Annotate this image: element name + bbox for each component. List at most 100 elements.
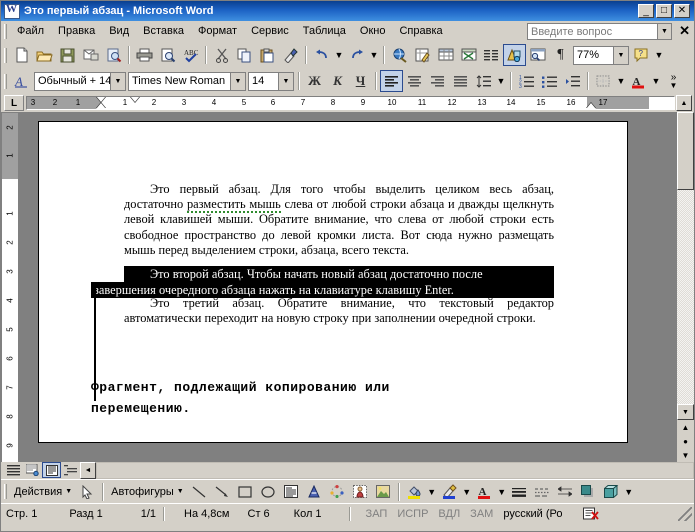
first-line-indent-marker[interactable] [96, 97, 106, 102]
paragraph-3[interactable]: Это третий абзац. Обратите внимание, что… [124, 296, 554, 326]
wordart-icon[interactable] [303, 481, 326, 503]
arrow-icon[interactable] [211, 481, 234, 503]
chevron-down-icon[interactable]: ▼ [613, 46, 628, 64]
text-box-icon[interactable] [280, 481, 303, 503]
3d-style-icon[interactable] [600, 481, 623, 503]
new-document-icon[interactable] [10, 44, 33, 66]
scroll-left-button[interactable]: ◄ [80, 462, 96, 479]
document-canvas[interactable]: Это первый абзац. Для того чтобы выделит… [18, 112, 677, 462]
web-layout-view-icon[interactable] [23, 462, 42, 478]
dash-style-icon[interactable] [531, 481, 554, 503]
columns-icon[interactable] [480, 44, 503, 66]
fill-color-icon[interactable] [403, 481, 426, 503]
menu-item-format[interactable]: Формат [191, 23, 244, 39]
menu-item-file[interactable]: Файл [10, 23, 51, 39]
hanging-indent-marker[interactable] [96, 103, 106, 109]
line-spacing-icon[interactable] [472, 70, 495, 92]
copy-icon[interactable] [233, 44, 256, 66]
line-icon[interactable] [188, 481, 211, 503]
horizontal-ruler[interactable]: 3 2 1 1 2 3 4 5 6 7 8 9 10 11 12 13 14 1… [26, 96, 675, 110]
print-icon[interactable] [133, 44, 156, 66]
underline-button[interactable]: Ч [349, 70, 372, 92]
chevron-down-icon[interactable]: ▼ [110, 72, 125, 90]
borders-icon[interactable] [592, 70, 615, 92]
chevron-down-icon[interactable]: ▼ [657, 24, 671, 39]
diagram-icon[interactable] [326, 481, 349, 503]
vertical-scrollbar[interactable]: ▼ ▲ ● ▼ [677, 112, 694, 462]
line-spacing-dropdown-icon[interactable]: ▼ [495, 70, 507, 92]
clipart-icon[interactable] [349, 481, 372, 503]
menu-item-insert[interactable]: Вставка [136, 23, 191, 39]
standard-toolbar-overflow-icon[interactable]: ▼ [653, 44, 665, 66]
font-color-dropdown-icon[interactable]: ▼ [650, 70, 662, 92]
redo-dropdown-icon[interactable]: ▼ [368, 44, 380, 66]
open-folder-icon[interactable] [33, 44, 56, 66]
right-indent-marker[interactable] [586, 103, 596, 109]
3d-style-dropdown-icon[interactable]: ▼ [623, 481, 635, 503]
increase-indent-icon[interactable] [561, 70, 584, 92]
menubar-close-button[interactable]: ✕ [679, 23, 690, 38]
formatting-toolbar-overflow-icon[interactable]: » ▼ [662, 70, 685, 92]
selected-paragraph-2[interactable]: Это второй абзац. Чтобы начать новый абз… [124, 266, 554, 282]
next-page-button[interactable]: ▼ [677, 448, 694, 462]
search-document-icon[interactable] [102, 44, 125, 66]
horizontal-scroll-track[interactable] [96, 462, 694, 479]
spellcheck-status-icon[interactable] [578, 506, 605, 522]
undo-icon[interactable] [310, 44, 333, 66]
borders-dropdown-icon[interactable]: ▼ [615, 70, 627, 92]
print-layout-view-icon[interactable] [42, 462, 61, 478]
status-track-changes[interactable]: ИСПР [392, 506, 433, 522]
scroll-down-button[interactable]: ▼ [677, 404, 694, 420]
scroll-up-button[interactable]: ▲ [676, 95, 692, 111]
font-color-icon[interactable]: A [627, 70, 650, 92]
annotation-text[interactable]: Фрагмент, подлежащий копированию или пер… [91, 377, 511, 419]
tables-borders-icon[interactable] [411, 44, 434, 66]
style-combo[interactable]: Обычный + 14 р ▼ [34, 71, 126, 91]
formatting-toolbar-grip[interactable] [4, 73, 7, 89]
italic-button[interactable]: К [326, 70, 349, 92]
insert-excel-sheet-icon[interactable] [457, 44, 480, 66]
numbered-list-icon[interactable]: 123 [515, 70, 538, 92]
menu-item-table[interactable]: Таблица [296, 23, 353, 39]
cut-scissors-icon[interactable] [210, 44, 233, 66]
email-icon[interactable] [79, 44, 102, 66]
paste-icon[interactable] [256, 44, 279, 66]
minimize-button[interactable]: _ [638, 4, 654, 18]
redo-icon[interactable] [345, 44, 368, 66]
font-color-icon[interactable]: A [473, 481, 496, 503]
menu-item-edit[interactable]: Правка [51, 23, 102, 39]
vertical-scroll-thumb[interactable] [677, 112, 694, 190]
status-record-mode[interactable]: ЗАП [361, 506, 393, 522]
left-indent-marker[interactable] [130, 97, 140, 102]
menu-item-tools[interactable]: Сервис [244, 23, 296, 39]
misspelled-phrase[interactable]: разместить мышь [186, 197, 281, 214]
format-painter-icon[interactable] [279, 44, 302, 66]
previous-page-button[interactable]: ▲ [677, 420, 694, 434]
print-preview-icon[interactable] [156, 44, 179, 66]
fill-color-dropdown-icon[interactable]: ▼ [426, 481, 438, 503]
align-justify-icon[interactable] [449, 70, 472, 92]
tab-selector-button[interactable]: L [4, 95, 24, 111]
select-browse-object-button[interactable]: ● [677, 434, 694, 448]
draw-actions-menu[interactable]: Действия ▼ [10, 486, 76, 498]
rectangle-icon[interactable] [234, 481, 257, 503]
spellcheck-icon[interactable]: ABC [179, 44, 202, 66]
status-language[interactable]: русский (Ро [498, 506, 567, 522]
vertical-ruler[interactable]: 2 1 1 2 3 4 5 6 7 8 9 [1, 112, 18, 462]
close-button[interactable]: ✕ [674, 4, 690, 18]
chevron-down-icon[interactable]: ▼ [230, 72, 245, 90]
outline-view-icon[interactable] [61, 462, 80, 478]
help-question-icon[interactable]: ? [630, 44, 653, 66]
window-resize-grip[interactable] [678, 506, 692, 521]
hyperlink-icon[interactable] [388, 44, 411, 66]
arrow-pointer-icon[interactable] [76, 481, 99, 503]
styles-icon[interactable]: A [10, 70, 33, 92]
status-extend-selection[interactable]: ВДЛ [433, 506, 465, 522]
maximize-button[interactable]: □ [656, 4, 672, 18]
arrow-style-icon[interactable] [554, 481, 577, 503]
align-left-icon[interactable] [380, 70, 403, 92]
font-combo[interactable]: Times New Roman ▼ [128, 71, 246, 91]
document-map-icon[interactable] [526, 44, 549, 66]
document-page[interactable]: Это первый абзац. Для того чтобы выделит… [38, 121, 628, 443]
menu-item-view[interactable]: Вид [102, 23, 136, 39]
